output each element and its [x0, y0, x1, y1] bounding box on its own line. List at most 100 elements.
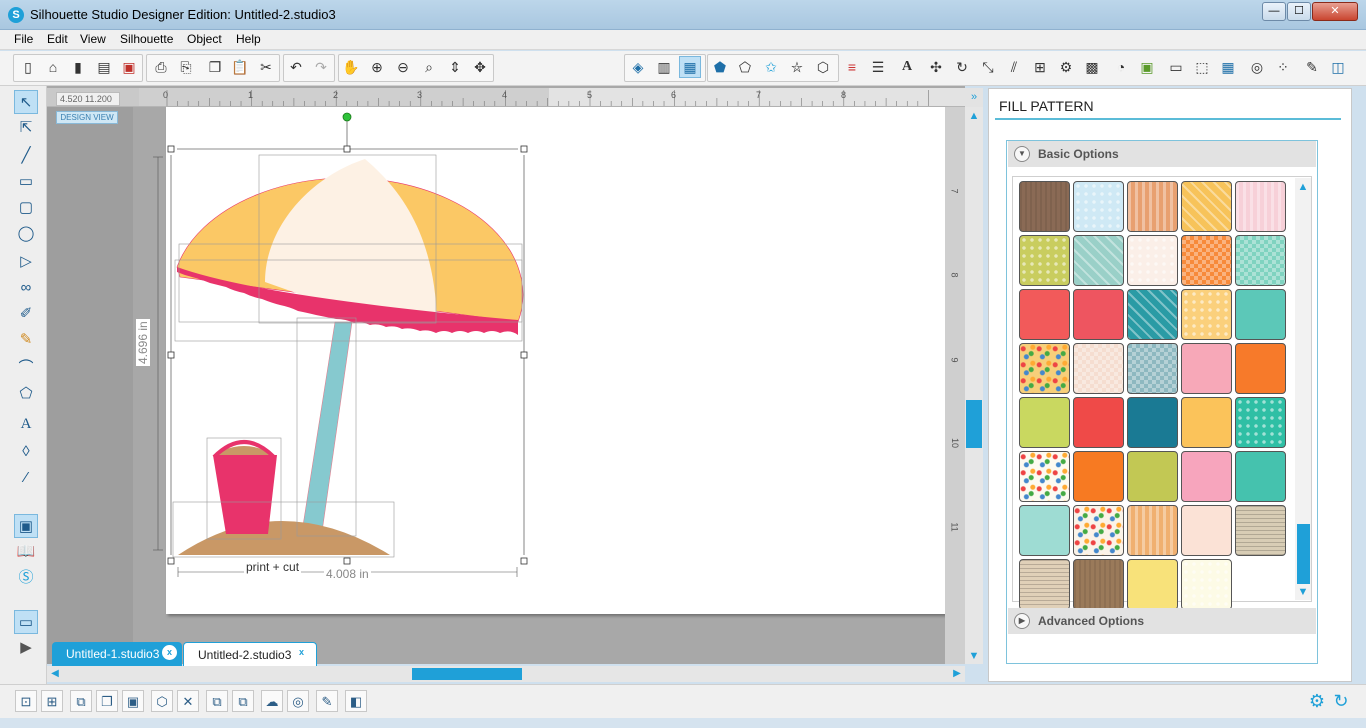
- eraser-icon[interactable]: ◫: [1327, 56, 1349, 78]
- transform-icon[interactable]: ✣: [925, 56, 947, 78]
- text-tool-icon[interactable]: A: [14, 412, 38, 436]
- polygon-edit-icon[interactable]: ⬡: [812, 56, 834, 78]
- minimize-button[interactable]: —: [1262, 2, 1286, 21]
- registration-icon[interactable]: ◎: [1246, 56, 1268, 78]
- offset-icon[interactable]: ◎: [287, 690, 309, 712]
- knife-tool-icon[interactable]: ⁄: [14, 466, 38, 490]
- pattern-swatch[interactable]: [1235, 181, 1286, 232]
- pattern-swatch[interactable]: [1127, 289, 1178, 340]
- pattern-swatch[interactable]: [1235, 505, 1286, 556]
- trace-icon[interactable]: ✎: [316, 690, 338, 712]
- handle-ne[interactable]: [520, 145, 528, 153]
- modify-icon[interactable]: ▩: [1081, 56, 1103, 78]
- scroll-up-icon[interactable]: ▲: [966, 108, 982, 124]
- paste-icon[interactable]: 📋: [229, 56, 251, 78]
- pattern-swatch[interactable]: [1181, 289, 1232, 340]
- star-icon[interactable]: ✩: [760, 56, 782, 78]
- pattern-swatch[interactable]: [1181, 397, 1232, 448]
- design-page-icon[interactable]: ▣: [14, 514, 38, 538]
- arc-tool-icon[interactable]: ⌒: [14, 356, 38, 380]
- library-icon[interactable]: 📖: [14, 540, 38, 564]
- pattern-swatch[interactable]: [1181, 505, 1232, 556]
- pattern-swatch[interactable]: [1019, 289, 1070, 340]
- line-color-icon[interactable]: ≡: [841, 56, 863, 78]
- trace-icon[interactable]: ▣: [1136, 56, 1158, 78]
- print-cut-icon[interactable]: ⎘: [175, 56, 197, 78]
- polygon-tool-icon[interactable]: ▷: [14, 250, 38, 274]
- menu-object[interactable]: Object: [187, 32, 222, 46]
- pattern-swatch[interactable]: [1073, 397, 1124, 448]
- pattern-swatch[interactable]: [1235, 235, 1286, 286]
- handle-se[interactable]: [520, 557, 528, 565]
- pattern-swatch[interactable]: [1073, 181, 1124, 232]
- open-icon[interactable]: ⌂: [42, 56, 64, 78]
- grid-scroll-down-icon[interactable]: ▼: [1296, 585, 1310, 599]
- pattern-swatch[interactable]: [1235, 343, 1286, 394]
- horizontal-scroll-thumb[interactable]: [412, 668, 522, 680]
- handle-n[interactable]: [343, 145, 351, 153]
- pattern-swatch[interactable]: [1019, 235, 1070, 286]
- curve-tool-icon[interactable]: ∞: [14, 276, 38, 300]
- pattern-swatch[interactable]: [1127, 505, 1178, 556]
- grid-icon[interactable]: ▦: [1217, 56, 1239, 78]
- rotate-icon[interactable]: ↻: [951, 56, 973, 78]
- zoom-out-icon[interactable]: ⊖: [392, 56, 414, 78]
- close-window-button[interactable]: ✕: [1312, 2, 1358, 21]
- ungroup-icon[interactable]: ⊞: [41, 690, 63, 712]
- menu-silhouette[interactable]: Silhouette: [120, 32, 173, 46]
- fit-page-icon[interactable]: ✥: [469, 56, 491, 78]
- pattern-swatch[interactable]: [1127, 181, 1178, 232]
- regular-polygon-icon[interactable]: ⬠: [14, 382, 38, 406]
- pattern-swatch[interactable]: [1073, 235, 1124, 286]
- design-artwork[interactable]: [140, 107, 540, 587]
- expand-arrow-icon[interactable]: ▶: [14, 636, 38, 660]
- pattern-swatch[interactable]: [1127, 235, 1178, 286]
- group-icon[interactable]: ⊡: [15, 690, 37, 712]
- tab-close-icon[interactable]: x: [162, 645, 177, 660]
- rectangle-tool-icon[interactable]: ▭: [14, 170, 38, 194]
- grid-scroll-thumb[interactable]: [1297, 524, 1310, 584]
- cut-icon[interactable]: ✂: [255, 56, 277, 78]
- scale-icon[interactable]: ⤡: [977, 56, 999, 78]
- select-tool-icon[interactable]: ↖: [14, 90, 38, 114]
- advanced-options-header[interactable]: ▶ Advanced Options: [1008, 608, 1316, 634]
- new-doc-icon[interactable]: ▯: [17, 56, 39, 78]
- pattern-swatch[interactable]: [1235, 451, 1286, 502]
- shadow-icon[interactable]: ⬟: [709, 56, 731, 78]
- handle-sw[interactable]: [167, 557, 175, 565]
- freehand-tool-icon[interactable]: ✐: [14, 302, 38, 326]
- maximize-button[interactable]: ☐: [1287, 2, 1311, 21]
- menu-help[interactable]: Help: [236, 32, 261, 46]
- scroll-right-icon[interactable]: ▶: [950, 666, 964, 682]
- pattern-swatch[interactable]: [1019, 559, 1070, 610]
- line-style-icon[interactable]: ☰: [867, 56, 889, 78]
- pattern-swatch[interactable]: [1019, 451, 1070, 502]
- pattern-swatch[interactable]: [1181, 451, 1232, 502]
- pattern-swatch[interactable]: [1073, 451, 1124, 502]
- send-icon[interactable]: ⁘: [1272, 56, 1294, 78]
- rotation-handle[interactable]: [342, 112, 352, 122]
- pattern-swatch[interactable]: [1073, 289, 1124, 340]
- open-library-icon[interactable]: ▮: [67, 56, 89, 78]
- smooth-freehand-icon[interactable]: ✎: [14, 328, 38, 352]
- save-sd-icon[interactable]: ▣: [118, 56, 140, 78]
- pattern-swatch[interactable]: [1127, 343, 1178, 394]
- sync-icon[interactable]: ↻: [1330, 690, 1352, 712]
- cut-settings-icon[interactable]: ⬚: [1191, 56, 1213, 78]
- tab-close-icon[interactable]: x: [294, 645, 309, 660]
- pattern-swatch[interactable]: [1073, 343, 1124, 394]
- rounded-rect-tool-icon[interactable]: ▢: [14, 196, 38, 220]
- basic-options-header[interactable]: ▼ Basic Options: [1008, 141, 1316, 167]
- fill-color-icon[interactable]: ◈: [627, 56, 649, 78]
- vertical-scroll-thumb[interactable]: [966, 400, 982, 448]
- menu-view[interactable]: View: [80, 32, 106, 46]
- menu-edit[interactable]: Edit: [47, 32, 68, 46]
- send-back-icon[interactable]: ⬡: [151, 690, 173, 712]
- pattern-swatch[interactable]: [1019, 343, 1070, 394]
- fill-pattern-icon[interactable]: ▦: [679, 56, 701, 78]
- zoom-fit-icon[interactable]: ⇕: [444, 56, 466, 78]
- pattern-swatch[interactable]: [1181, 181, 1232, 232]
- pattern-swatch[interactable]: [1181, 559, 1232, 610]
- settings-gear-icon[interactable]: ⚙: [1306, 690, 1328, 712]
- pattern-swatch[interactable]: [1181, 343, 1232, 394]
